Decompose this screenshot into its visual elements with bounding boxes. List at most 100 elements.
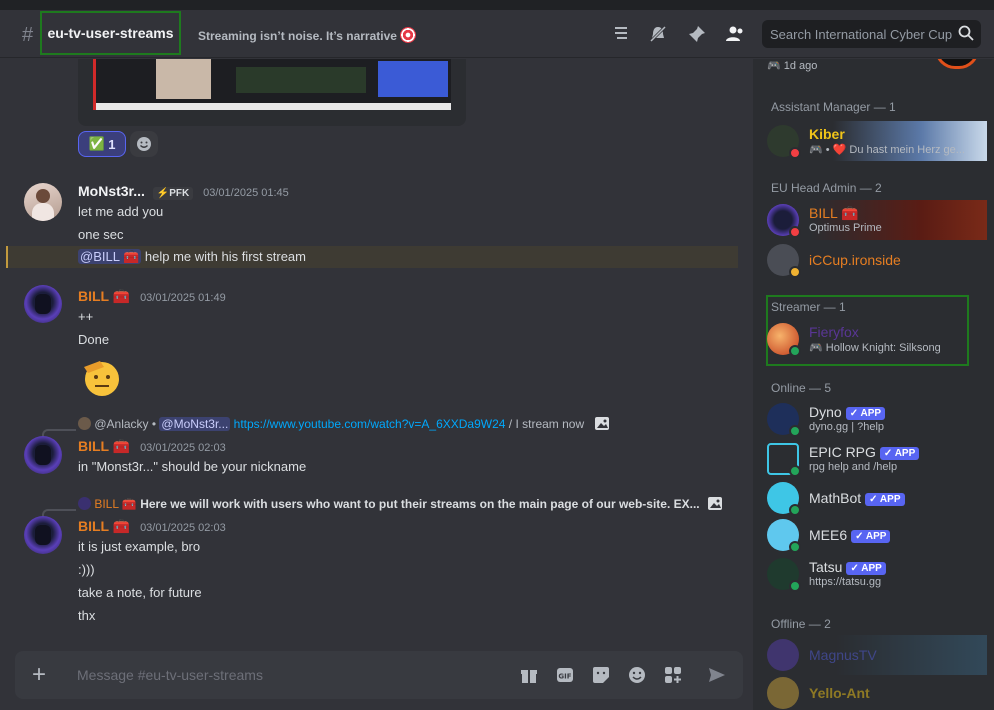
message-text: :))): [78, 562, 95, 577]
member-name: EPIC RPG ✓ APP: [809, 444, 920, 460]
member-mathbot[interactable]: MathBot ✓ APP: [767, 478, 987, 518]
controls-preview: [378, 61, 448, 97]
sticker-icon[interactable]: [592, 666, 610, 684]
message-list: ✅ 1 MoNst3r... ⚡PFK 03/01/2025 01:45 let…: [0, 59, 752, 710]
member-name: Tatsu ✓ APP: [809, 559, 886, 575]
avatar[interactable]: [24, 516, 62, 554]
message-timestamp: 03/01/2025 02:03: [140, 522, 226, 534]
reply-author: BILL 🧰: [94, 497, 137, 511]
reply-avatar: [78, 417, 91, 430]
title-bar: [0, 0, 994, 10]
avatar[interactable]: [24, 183, 62, 221]
reaction-count: 1: [108, 136, 116, 152]
online-status-icon: [789, 345, 801, 357]
avatar: [767, 639, 799, 671]
avatar[interactable]: [24, 285, 62, 323]
message-author[interactable]: MoNst3r... ⚡PFK 03/01/2025 01:45: [78, 183, 289, 200]
upload-plus-icon[interactable]: +: [32, 661, 46, 689]
member-dyno[interactable]: Dyno ✓ APP dyno.gg | ?help: [767, 399, 987, 439]
channel-name[interactable]: eu-tv-user-streams: [40, 11, 181, 55]
member-yello-ant[interactable]: Yello-Ant: [767, 673, 987, 710]
group-header-online: Online — 5: [771, 381, 832, 395]
member-banner-art: [935, 59, 979, 69]
search-input[interactable]: Search International Cyber Cup: [762, 20, 981, 48]
game-controller-icon: 🎮: [809, 342, 823, 354]
image-icon: [707, 496, 723, 514]
author-name: BILL 🧰: [78, 438, 131, 454]
reply-text: Here we will work with users who want to…: [140, 497, 700, 511]
channel-topic[interactable]: Streaming isn’t noise. It’s narrative: [198, 27, 416, 43]
member-tatsu[interactable]: Tatsu ✓ APP https://tatsu.gg: [767, 554, 987, 594]
gif-icon[interactable]: GIF: [556, 666, 574, 684]
member-fieryfox[interactable]: Fieryfox 🎮 Hollow Knight: Silksong: [767, 319, 987, 359]
send-icon[interactable]: [708, 666, 726, 684]
screenshot-attachment[interactable]: [78, 59, 466, 126]
reply-author: @Anlacky: [94, 417, 149, 431]
member-status: rpg help and /help: [809, 461, 898, 473]
message-author[interactable]: BILL 🧰 03/01/2025 02:03: [78, 518, 226, 535]
emoji-icon[interactable]: [628, 666, 646, 684]
member-name: BILL 🧰: [809, 205, 859, 221]
message-text: in "Monst3r..." should be your nickname: [78, 459, 307, 474]
member-name-text: Dyno: [809, 404, 842, 420]
pinned-messages-icon[interactable]: [687, 25, 707, 45]
user-mention[interactable]: @BILL 🧰: [78, 249, 142, 264]
member-status: dyno.gg | ?help: [809, 421, 885, 433]
member-status: 🎮 Hollow Knight: Silksong: [809, 341, 941, 354]
member-list-icon[interactable]: [725, 25, 745, 45]
reaction-checkmark[interactable]: ✅ 1: [78, 131, 126, 157]
member-magnustv[interactable]: MagnusTV: [767, 635, 987, 675]
app-badge: ✓ APP: [865, 493, 905, 506]
reply-preview[interactable]: BILL 🧰 Here we will work with users who …: [78, 496, 723, 514]
online-status-icon: [789, 541, 801, 553]
svg-text:GIF: GIF: [558, 673, 571, 681]
avatar: [767, 677, 799, 709]
reply-preview[interactable]: @Anlacky • @MoNst3r... https://www.youtu…: [78, 416, 610, 434]
search-placeholder: Search International Cyber Cup: [770, 26, 953, 42]
message-author[interactable]: BILL 🧰 03/01/2025 02:03: [78, 438, 226, 455]
message-text: one sec: [78, 227, 124, 242]
gift-icon[interactable]: [520, 666, 538, 684]
add-reaction-button[interactable]: [130, 131, 158, 157]
app-badge: ✓ APP: [879, 447, 920, 460]
member-activity-text: 1d ago: [783, 60, 818, 72]
member-status: Optimus Prime: [809, 222, 882, 234]
member-name-text: MEE6: [809, 527, 848, 543]
avatar[interactable]: [24, 436, 62, 474]
user-mention[interactable]: @MoNst3r...: [159, 417, 231, 431]
member-activity: 🎮 1d ago: [767, 60, 818, 72]
message-text: it is just example, bro: [78, 539, 201, 554]
message-text: Done: [78, 332, 110, 347]
message-author[interactable]: BILL 🧰 03/01/2025 01:49: [78, 288, 226, 305]
stream-screenshot-image[interactable]: [93, 59, 451, 110]
member-name: Yello-Ant: [809, 685, 870, 701]
server-tag-badge[interactable]: ⚡PFK: [152, 187, 194, 200]
dnd-status-icon: [789, 147, 801, 159]
member-name-text: EPIC RPG: [809, 444, 876, 460]
message-timestamp: 03/01/2025 01:45: [203, 187, 289, 199]
member-name-text: MathBot: [809, 490, 862, 506]
member-epic-rpg[interactable]: EPIC RPG ✓ APP rpg help and /help: [767, 439, 987, 479]
message-timestamp: 03/01/2025 02:03: [140, 442, 226, 454]
message-composer[interactable]: + Message #eu-tv-user-streams GIF: [15, 651, 743, 699]
member-bill[interactable]: BILL 🧰 Optimus Prime: [767, 200, 987, 240]
audio-mixer-preview: [236, 67, 366, 93]
threads-icon[interactable]: [611, 25, 631, 45]
member-iccup-ironside[interactable]: iCCup.ironside: [767, 240, 987, 280]
author-name: MoNst3r...: [78, 183, 145, 199]
member-kiber[interactable]: Kiber 🎮 • ❤️ Du hast mein Herz ge...: [767, 121, 987, 161]
dnd-status-icon: [789, 226, 801, 238]
member-name: Dyno ✓ APP: [809, 404, 886, 420]
member-name: Kiber: [809, 126, 845, 142]
mute-notifications-icon[interactable]: [648, 25, 668, 45]
member-status: 🎮 • ❤️ Du hast mein Herz ge...: [809, 144, 965, 156]
youtube-link[interactable]: https://www.youtube.com/watch?v=A_6XXDa9…: [234, 417, 506, 431]
member-name: Fieryfox: [809, 324, 859, 340]
apps-icon[interactable]: [664, 666, 682, 684]
member-mee6[interactable]: MEE6 ✓ APP: [767, 515, 987, 555]
webcam-preview: [156, 59, 211, 99]
app-badge: ✓ APP: [845, 407, 886, 420]
search-icon: [958, 25, 974, 41]
message-input[interactable]: Message #eu-tv-user-streams: [77, 667, 263, 683]
message-text: thx: [78, 608, 96, 623]
